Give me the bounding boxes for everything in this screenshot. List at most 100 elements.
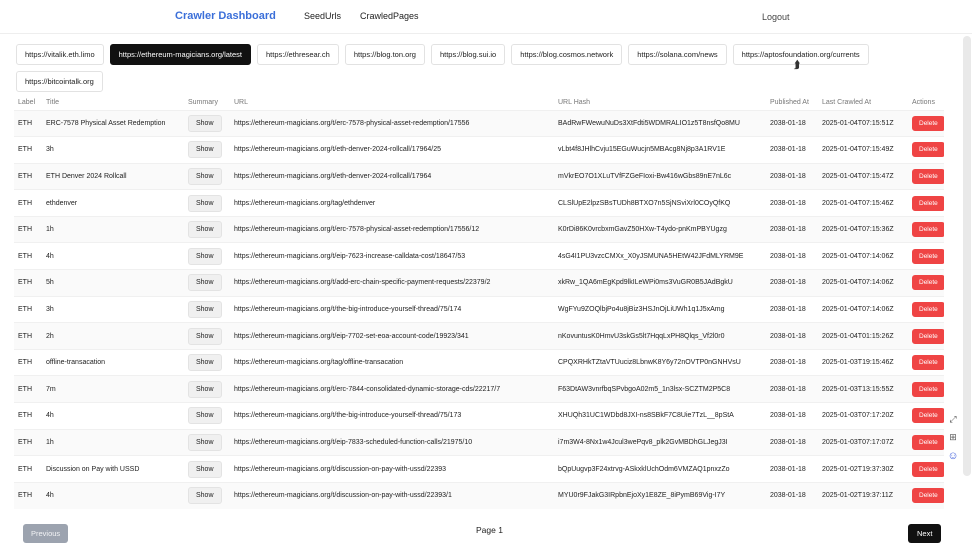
next-button[interactable]: Next [908,524,942,543]
grid-icon[interactable]: ⊞ [944,432,962,443]
seed-url-tab[interactable]: https://ethereum-magicians.org/latest [109,44,252,65]
url-cell: https://ethereum-magicians.org/t/erc-757… [230,109,554,137]
last-crawled-at-cell: 2025-01-04T07:15:36Z [818,215,908,243]
last-crawled-at-cell: 2025-01-04T07:14:06Z [818,269,908,297]
column-header: Last Crawled At [822,99,872,107]
show-summary-button[interactable]: Show [188,487,222,505]
seed-url-tab[interactable]: https://blog.cosmos.network [511,44,623,65]
url-hash-cell: nKovuntusK0HmvU3skGs5lt7HqqLxPH8Qlqs_Vf2… [554,322,766,350]
url-hash-cell: BAdRwFWewuNuDs3XtFdti5WDMRALIO1z5T8nsfQo… [554,109,766,137]
title-cell: ethdenver [42,189,184,217]
show-summary-button[interactable]: Show [188,167,222,185]
url-hash-cell: MYU0r9FJakG3IRpbnEjoXy1E8ZE_8iPymB69Vig-… [554,481,766,509]
published-at-cell: 2038-01-18 [766,455,818,483]
nav-seedurls[interactable]: SeedUrls [304,11,341,21]
delete-button[interactable]: Delete [912,461,944,477]
published-at-cell: 2038-01-18 [766,109,818,137]
url-cell: https://ethereum-magicians.org/t/the-big… [230,295,554,323]
delete-button[interactable]: Delete [912,328,944,344]
delete-button[interactable]: Delete [912,142,944,158]
published-at-cell: 2038-01-18 [766,322,818,350]
label-cell: ETH [14,455,42,483]
page-indicator: Page 1 [476,525,503,535]
seed-url-tab[interactable]: https://vitalik.eth.limo [16,44,104,65]
table-row: ETH 3h Show https://ethereum-magicians.org/… [14,295,944,323]
delete-button[interactable]: Delete [912,168,944,184]
brand-title[interactable]: Crawler Dashboard [175,10,276,22]
title-cell: 4h [42,242,184,270]
actions-cell: Delete [908,455,944,483]
show-summary-button[interactable]: Show [188,274,222,292]
actions-cell: Delete [908,109,944,137]
show-summary-button[interactable]: Show [188,194,222,212]
url-cell: https://ethereum-magicians.org/t/erc-784… [230,375,554,403]
nav-crawledpages[interactable]: CrawledPages [360,11,419,21]
seed-url-tab[interactable]: https://ethresear.ch [257,44,339,65]
delete-button[interactable]: Delete [912,248,944,264]
show-summary-button[interactable]: Show [188,327,222,345]
delete-button[interactable]: Delete [912,275,944,291]
scrollbar[interactable] [963,36,971,476]
table-row: ETH 1h Show https://ethereum-magicians.org/… [14,215,944,243]
summary-cell: Show [184,322,230,350]
show-summary-button[interactable]: Show [188,141,222,159]
seed-url-tab[interactable]: https://blog.sui.io [430,44,506,65]
label-cell: ETH [14,215,42,243]
delete-button[interactable]: Delete [912,434,944,450]
show-summary-button[interactable]: Show [188,407,222,425]
show-summary-button[interactable]: Show [188,221,222,239]
table-row: ETH ETH Denver 2024 Rollcall Show https://e… [14,162,944,190]
label-cell: ETH [14,481,42,509]
show-summary-button[interactable]: Show [188,114,222,132]
actions-cell: Delete [908,189,944,217]
logout-button[interactable]: Logout [762,12,790,22]
show-summary-button[interactable]: Show [188,354,222,372]
summary-cell: Show [184,189,230,217]
published-at-cell: 2038-01-18 [766,136,818,164]
url-cell: https://ethereum-magicians.org/tag/ethde… [230,189,554,217]
summary-cell: Show [184,348,230,376]
actions-cell: Delete [908,402,944,430]
last-crawled-at-cell: 2025-01-04T07:15:49Z [818,136,908,164]
show-summary-button[interactable]: Show [188,460,222,478]
label-cell: ETH [14,136,42,164]
seed-url-tab[interactable]: https://bitcointalk.org [16,71,103,92]
column-header: Summary [188,99,218,107]
assistant-icon[interactable]: ☺ [944,450,962,462]
table-row: ETH 2h Show https://ethereum-magicians.org/… [14,322,944,350]
table-header-row: Label Title Summary URL URL Hash Published At… [14,96,944,110]
delete-button[interactable]: Delete [912,195,944,211]
delete-button[interactable]: Delete [912,408,944,424]
show-summary-button[interactable]: Show [188,433,222,451]
delete-button[interactable]: Delete [912,381,944,397]
column-header: Title [46,99,59,107]
title-cell: ETH Denver 2024 Rollcall [42,162,184,190]
published-at-cell: 2038-01-18 [766,348,818,376]
show-summary-button[interactable]: Show [188,380,222,398]
published-at-cell: 2038-01-18 [766,375,818,403]
previous-button[interactable]: Previous [23,524,69,543]
expand-icon[interactable]: ⤢ [944,414,962,425]
summary-cell: Show [184,375,230,403]
title-cell: offline-transacation [42,348,184,376]
title-cell: Discussion on Pay with USSD [42,455,184,483]
mouse-cursor-icon: ⮭ [794,59,801,71]
delete-button[interactable]: Delete [912,488,944,504]
summary-cell: Show [184,402,230,430]
delete-button[interactable]: Delete [912,115,944,131]
actions-cell: Delete [908,428,944,456]
seed-url-tab[interactable]: https://solana.com/news [628,44,727,65]
published-at-cell: 2038-01-18 [766,162,818,190]
url-cell: https://ethereum-magicians.org/t/eip-783… [230,428,554,456]
title-cell: 4h [42,481,184,509]
delete-button[interactable]: Delete [912,222,944,238]
delete-button[interactable]: Delete [912,301,944,317]
show-summary-button[interactable]: Show [188,247,222,265]
seed-url-tab[interactable]: https://blog.ton.org [344,44,425,65]
delete-button[interactable]: Delete [912,355,944,371]
show-summary-button[interactable]: Show [188,300,222,318]
url-cell: https://ethereum-magicians.org/t/eip-762… [230,242,554,270]
summary-cell: Show [184,109,230,137]
last-crawled-at-cell: 2025-01-04T07:14:06Z [818,242,908,270]
seed-url-tab[interactable]: https://aptosfoundation.org/currents [732,44,869,65]
